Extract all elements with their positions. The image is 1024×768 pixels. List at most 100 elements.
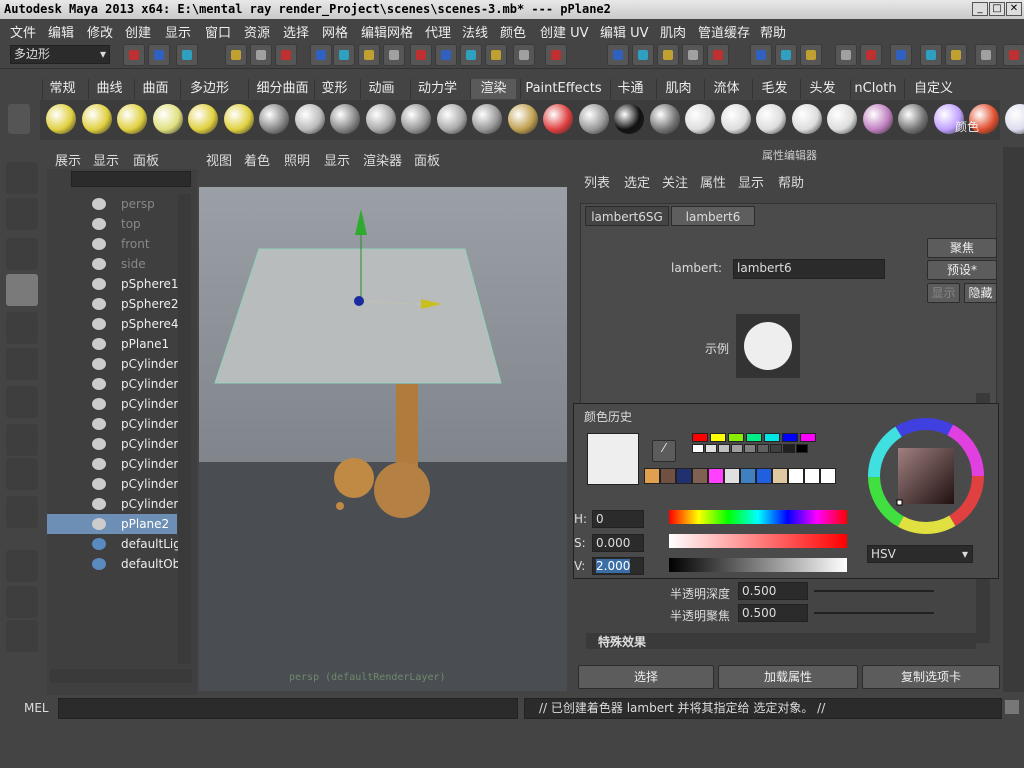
palette-swatch[interactable] xyxy=(718,444,730,453)
outliner-item[interactable]: front xyxy=(47,234,177,254)
shelf-icon-13[interactable] xyxy=(507,104,538,134)
shelf-icon-1[interactable] xyxy=(81,104,112,134)
status-tool-9[interactable] xyxy=(383,44,405,66)
outliner-item[interactable]: pPlane1 xyxy=(47,334,177,354)
shelf-icon-14[interactable] xyxy=(543,104,573,134)
outliner-item[interactable]: persp xyxy=(47,194,177,214)
saturation-slider[interactable] xyxy=(669,534,847,548)
outliner-item[interactable]: pCylinder3 xyxy=(47,374,186,394)
shelf-tab-13[interactable]: 毛发 xyxy=(752,79,796,99)
palette-swatch[interactable] xyxy=(746,433,762,442)
attr-menu-3[interactable]: 属性 xyxy=(700,172,726,191)
palette-swatch[interactable] xyxy=(676,468,692,484)
palette-swatch[interactable] xyxy=(744,444,756,453)
copy-tab-button[interactable]: 复制选项卡 xyxy=(862,665,1000,689)
outliner-item[interactable]: pPlane2 xyxy=(47,514,177,534)
menu-16[interactable]: 管道缓存 xyxy=(698,22,750,41)
shelf-tab-7[interactable]: 动力学 xyxy=(410,79,464,99)
menu-17[interactable]: 帮助 xyxy=(760,22,786,41)
palette-swatch[interactable] xyxy=(756,468,772,484)
shelf-tab-1[interactable]: 曲线 xyxy=(88,79,130,99)
outliner-item[interactable]: pCylinder9 xyxy=(47,494,186,514)
shelf-tab-16[interactable]: 自定义 xyxy=(904,79,962,99)
shelf-tab-12[interactable]: 流体 xyxy=(704,79,748,99)
palette-swatch[interactable] xyxy=(770,444,782,453)
shelf-icon-11[interactable] xyxy=(436,104,467,134)
s-field[interactable]: 0.000 xyxy=(592,534,644,552)
status-tool-14[interactable] xyxy=(513,44,535,66)
section-special-effects[interactable]: 特殊效果 xyxy=(586,633,976,649)
outliner-item[interactable]: pSphere2 xyxy=(47,294,179,314)
show-button[interactable]: 显示 xyxy=(927,283,960,303)
shelf-icon-0[interactable] xyxy=(46,104,76,134)
status-tool-20[interactable] xyxy=(707,44,729,66)
outliner-item[interactable]: defaultObj xyxy=(47,554,184,574)
status-tool-23[interactable] xyxy=(800,44,822,66)
shelf-icon-24[interactable] xyxy=(898,104,928,134)
presets-button[interactable]: 预设* xyxy=(927,260,997,280)
palette-swatch[interactable] xyxy=(800,433,816,442)
shelf-tab-14[interactable]: 头发 xyxy=(800,79,844,99)
outliner-hscrollbar[interactable] xyxy=(50,669,192,683)
value-slider[interactable] xyxy=(669,558,847,572)
shelf-tab-8[interactable]: 渲染 xyxy=(470,79,516,99)
status-tool-25[interactable] xyxy=(860,44,882,66)
palette-swatch[interactable] xyxy=(796,444,808,453)
shelf-icon-16[interactable] xyxy=(614,104,644,134)
status-tool-15[interactable] xyxy=(545,44,567,66)
shelf-menu-icon[interactable] xyxy=(8,104,30,134)
menu-7[interactable]: 选择 xyxy=(283,22,309,41)
menu-2[interactable]: 修改 xyxy=(87,22,113,41)
tool-11[interactable] xyxy=(6,586,38,618)
outliner-item[interactable]: pCylinder6 xyxy=(47,434,186,454)
outliner-item[interactable]: pCylinder7 xyxy=(47,454,186,474)
palette-swatch[interactable] xyxy=(644,468,660,484)
shelf-icon-2[interactable] xyxy=(117,104,147,134)
attr-row-slider[interactable] xyxy=(814,612,934,614)
menu-5[interactable]: 窗口 xyxy=(205,22,231,41)
color-mode-select[interactable]: HSV ▾ xyxy=(867,545,973,563)
palette-swatch[interactable] xyxy=(783,444,795,453)
shelf-icon-22[interactable] xyxy=(827,104,857,134)
status-tool-12[interactable] xyxy=(460,44,482,66)
status-tool-24[interactable] xyxy=(835,44,857,66)
shelf-tab-6[interactable]: 动画 xyxy=(360,79,402,99)
tool-6[interactable] xyxy=(6,386,38,418)
palette-swatch[interactable] xyxy=(728,433,744,442)
status-tool-22[interactable] xyxy=(775,44,797,66)
sv-square[interactable] xyxy=(898,448,954,504)
tool-5[interactable] xyxy=(6,348,38,380)
shelf-icon-20[interactable] xyxy=(756,104,786,134)
outliner-item[interactable]: pCylinder4 xyxy=(47,394,186,414)
palette-swatch[interactable] xyxy=(820,468,836,484)
palette-swatch[interactable] xyxy=(757,444,769,453)
load-attributes-button[interactable]: 加载属性 xyxy=(718,665,858,689)
shelf-icon-21[interactable] xyxy=(791,104,822,134)
status-tool-3[interactable] xyxy=(225,44,247,66)
shelf-tab-10[interactable]: 卡通 xyxy=(610,79,650,99)
status-tool-7[interactable] xyxy=(333,44,355,66)
status-tool-21[interactable] xyxy=(750,44,772,66)
hide-button[interactable]: 隐藏 xyxy=(964,283,997,303)
attr-row-field[interactable]: 0.500 xyxy=(738,604,808,622)
shelf-icon-18[interactable] xyxy=(685,104,715,134)
shelf-tab-9[interactable]: PaintEffects xyxy=(520,79,606,99)
shelf-icon-3[interactable] xyxy=(152,104,183,134)
status-tool-27[interactable] xyxy=(920,44,942,66)
status-tool-6[interactable] xyxy=(310,44,332,66)
menu-1[interactable]: 编辑 xyxy=(48,22,74,41)
tool-3[interactable] xyxy=(6,274,38,306)
tool-1[interactable] xyxy=(6,198,38,230)
shelf-tab-0[interactable]: 常规 xyxy=(42,79,82,99)
outliner-item[interactable]: pCylinder2 xyxy=(47,354,186,374)
pivot-handle[interactable] xyxy=(354,296,364,306)
attr-menu-4[interactable]: 显示 xyxy=(738,172,764,191)
shelf-icon-6[interactable] xyxy=(259,104,289,134)
outliner-menu-1[interactable]: 显示 xyxy=(93,150,119,169)
shelf-tab-4[interactable]: 细分曲面 xyxy=(248,79,316,99)
tool-12[interactable] xyxy=(6,620,38,652)
shelf-tab-5[interactable]: 变形 xyxy=(314,79,354,99)
shelf-icon-5[interactable] xyxy=(223,104,254,134)
script-editor-icon[interactable] xyxy=(1005,700,1019,714)
status-tool-28[interactable] xyxy=(945,44,967,66)
